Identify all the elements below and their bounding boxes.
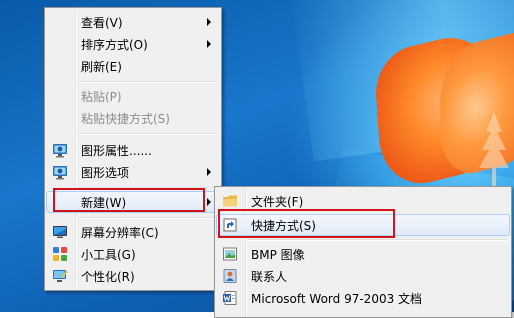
menu-item-label: 刷新(E) <box>81 59 122 74</box>
menu-icon-slot <box>47 86 73 106</box>
menu-item-label: 小工具(G) <box>81 247 136 262</box>
menu-item-label: 文件夹(F) <box>251 194 304 209</box>
contact-icon <box>223 269 237 283</box>
menu-separator <box>77 133 217 135</box>
menu-item-label: 屏幕分辨率(C) <box>81 225 159 240</box>
menu-item-paste[interactable]: 粘贴(P) <box>47 86 219 106</box>
menu-item-label: 粘贴(P) <box>81 89 122 104</box>
menu-icon-slot <box>47 266 73 286</box>
menu-icon-slot <box>47 222 73 242</box>
menu-separator <box>77 81 217 83</box>
menu-icon-slot <box>47 140 73 160</box>
submenu-item-contact[interactable]: 联系人 <box>217 266 509 286</box>
menu-item-label: 联系人 <box>251 269 288 284</box>
menu-icon-slot <box>47 162 73 182</box>
menu-item-label: 图形属性...... <box>81 143 152 158</box>
folder-icon <box>223 195 237 207</box>
menu-icon-slot <box>47 56 73 76</box>
menu-icon-slot <box>47 12 73 32</box>
submenu-arrow-icon <box>207 198 211 206</box>
highlight-box-new <box>53 188 205 212</box>
menu-icon-slot <box>217 266 243 286</box>
menu-item-personalize[interactable]: 个性化(R) <box>47 266 219 286</box>
tree-watermark-icon <box>479 112 509 188</box>
menu-item-refresh[interactable]: 刷新(E) <box>47 56 219 76</box>
submenu-item-word-document[interactable]: Microsoft Word 97-2003 文档 <box>217 288 509 308</box>
word-document-icon <box>223 291 237 305</box>
submenu-item-folder[interactable]: 文件夹(F) <box>217 191 509 211</box>
desktop-context-menu: 查看(V) 排序方式(O) 刷新(E) 粘贴(P) 粘贴快捷方式(S) 图形属性… <box>44 7 222 291</box>
submenu-arrow-icon <box>207 40 211 48</box>
menu-icon-slot <box>217 244 243 264</box>
menu-item-sort-by[interactable]: 排序方式(O) <box>47 34 219 54</box>
highlight-box-shortcut <box>218 209 395 238</box>
menu-item-label: 粘贴快捷方式(S) <box>81 111 170 126</box>
menu-item-label: Microsoft Word 97-2003 文档 <box>251 291 423 306</box>
menu-icon-slot <box>47 108 73 128</box>
menu-item-paste-shortcut[interactable]: 粘贴快捷方式(S) <box>47 108 219 128</box>
menu-separator <box>247 239 507 241</box>
menu-item-screen-resolution[interactable]: 屏幕分辨率(C) <box>47 222 219 242</box>
menu-item-label: BMP 图像 <box>251 247 305 262</box>
submenu-item-bmp-image[interactable]: BMP 图像 <box>217 244 509 264</box>
menu-icon-slot <box>47 244 73 264</box>
screen-resolution-icon <box>53 226 67 238</box>
graphics-properties-icon <box>53 144 67 158</box>
menu-icon-slot <box>47 34 73 54</box>
menu-separator <box>77 217 217 219</box>
submenu-arrow-icon <box>207 168 211 176</box>
gadgets-icon <box>53 247 67 261</box>
graphics-options-icon <box>53 166 67 180</box>
menu-icon-slot <box>217 288 243 308</box>
submenu-arrow-icon <box>207 18 211 26</box>
menu-item-graphics-options[interactable]: 图形选项 <box>47 162 219 182</box>
new-submenu: 文件夹(F) 快捷方式(S) BMP 图像 联系人 Microsoft Word… <box>214 186 512 318</box>
menu-icon-slot <box>217 191 243 211</box>
menu-item-label: 排序方式(O) <box>81 37 148 52</box>
personalize-icon <box>53 270 68 282</box>
menu-item-label: 查看(V) <box>81 15 123 30</box>
menu-item-label: 图形选项 <box>81 165 130 180</box>
menu-item-gadgets[interactable]: 小工具(G) <box>47 244 219 264</box>
menu-item-label: 个性化(R) <box>81 269 135 284</box>
menu-item-graphics-properties[interactable]: 图形属性...... <box>47 140 219 160</box>
menu-item-view[interactable]: 查看(V) <box>47 12 219 32</box>
bmp-image-icon <box>223 247 237 261</box>
